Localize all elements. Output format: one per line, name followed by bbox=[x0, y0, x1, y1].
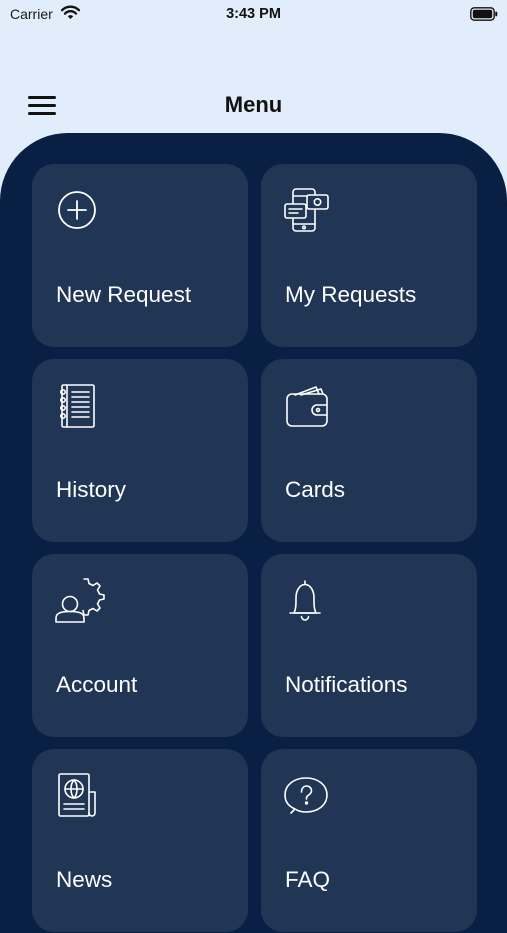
menu-item-label: Cards bbox=[285, 477, 346, 502]
menu-item-history[interactable]: History bbox=[32, 359, 248, 542]
page-title: Menu bbox=[224, 92, 283, 117]
menu-item-faq[interactable]: FAQ bbox=[261, 749, 477, 932]
menu-item-label: History bbox=[56, 477, 127, 502]
question-bubble-icon bbox=[283, 771, 333, 821]
menu-item-new-request[interactable]: New Request bbox=[32, 164, 248, 347]
notebook-icon bbox=[54, 381, 104, 431]
menu-item-account[interactable]: Account bbox=[32, 554, 248, 737]
navigation-bar: Menu bbox=[0, 86, 507, 126]
menu-item-label: News bbox=[56, 867, 113, 892]
status-time: 3:43 PM bbox=[226, 6, 281, 22]
bell-icon bbox=[283, 576, 333, 626]
status-bar: Carrier 3:43 PM bbox=[0, 0, 507, 30]
menu-item-label: Account bbox=[56, 672, 138, 697]
menu-item-label: FAQ bbox=[285, 867, 331, 892]
menu-item-news[interactable]: News bbox=[32, 749, 248, 932]
wallet-icon bbox=[283, 381, 333, 431]
menu-item-label: New Request bbox=[56, 282, 192, 307]
menu-item-label: Notifications bbox=[285, 672, 408, 697]
menu-item-notifications[interactable]: Notifications bbox=[261, 554, 477, 737]
menu-item-my-requests[interactable]: My Requests bbox=[261, 164, 477, 347]
newspaper-globe-icon bbox=[54, 771, 104, 821]
menu-item-cards[interactable]: Cards bbox=[261, 359, 477, 542]
phone-chat-icon bbox=[283, 186, 333, 236]
menu-item-label: My Requests bbox=[285, 282, 417, 307]
add-circle-icon bbox=[54, 186, 104, 236]
battery-icon bbox=[470, 7, 498, 21]
user-gear-icon bbox=[54, 576, 105, 626]
